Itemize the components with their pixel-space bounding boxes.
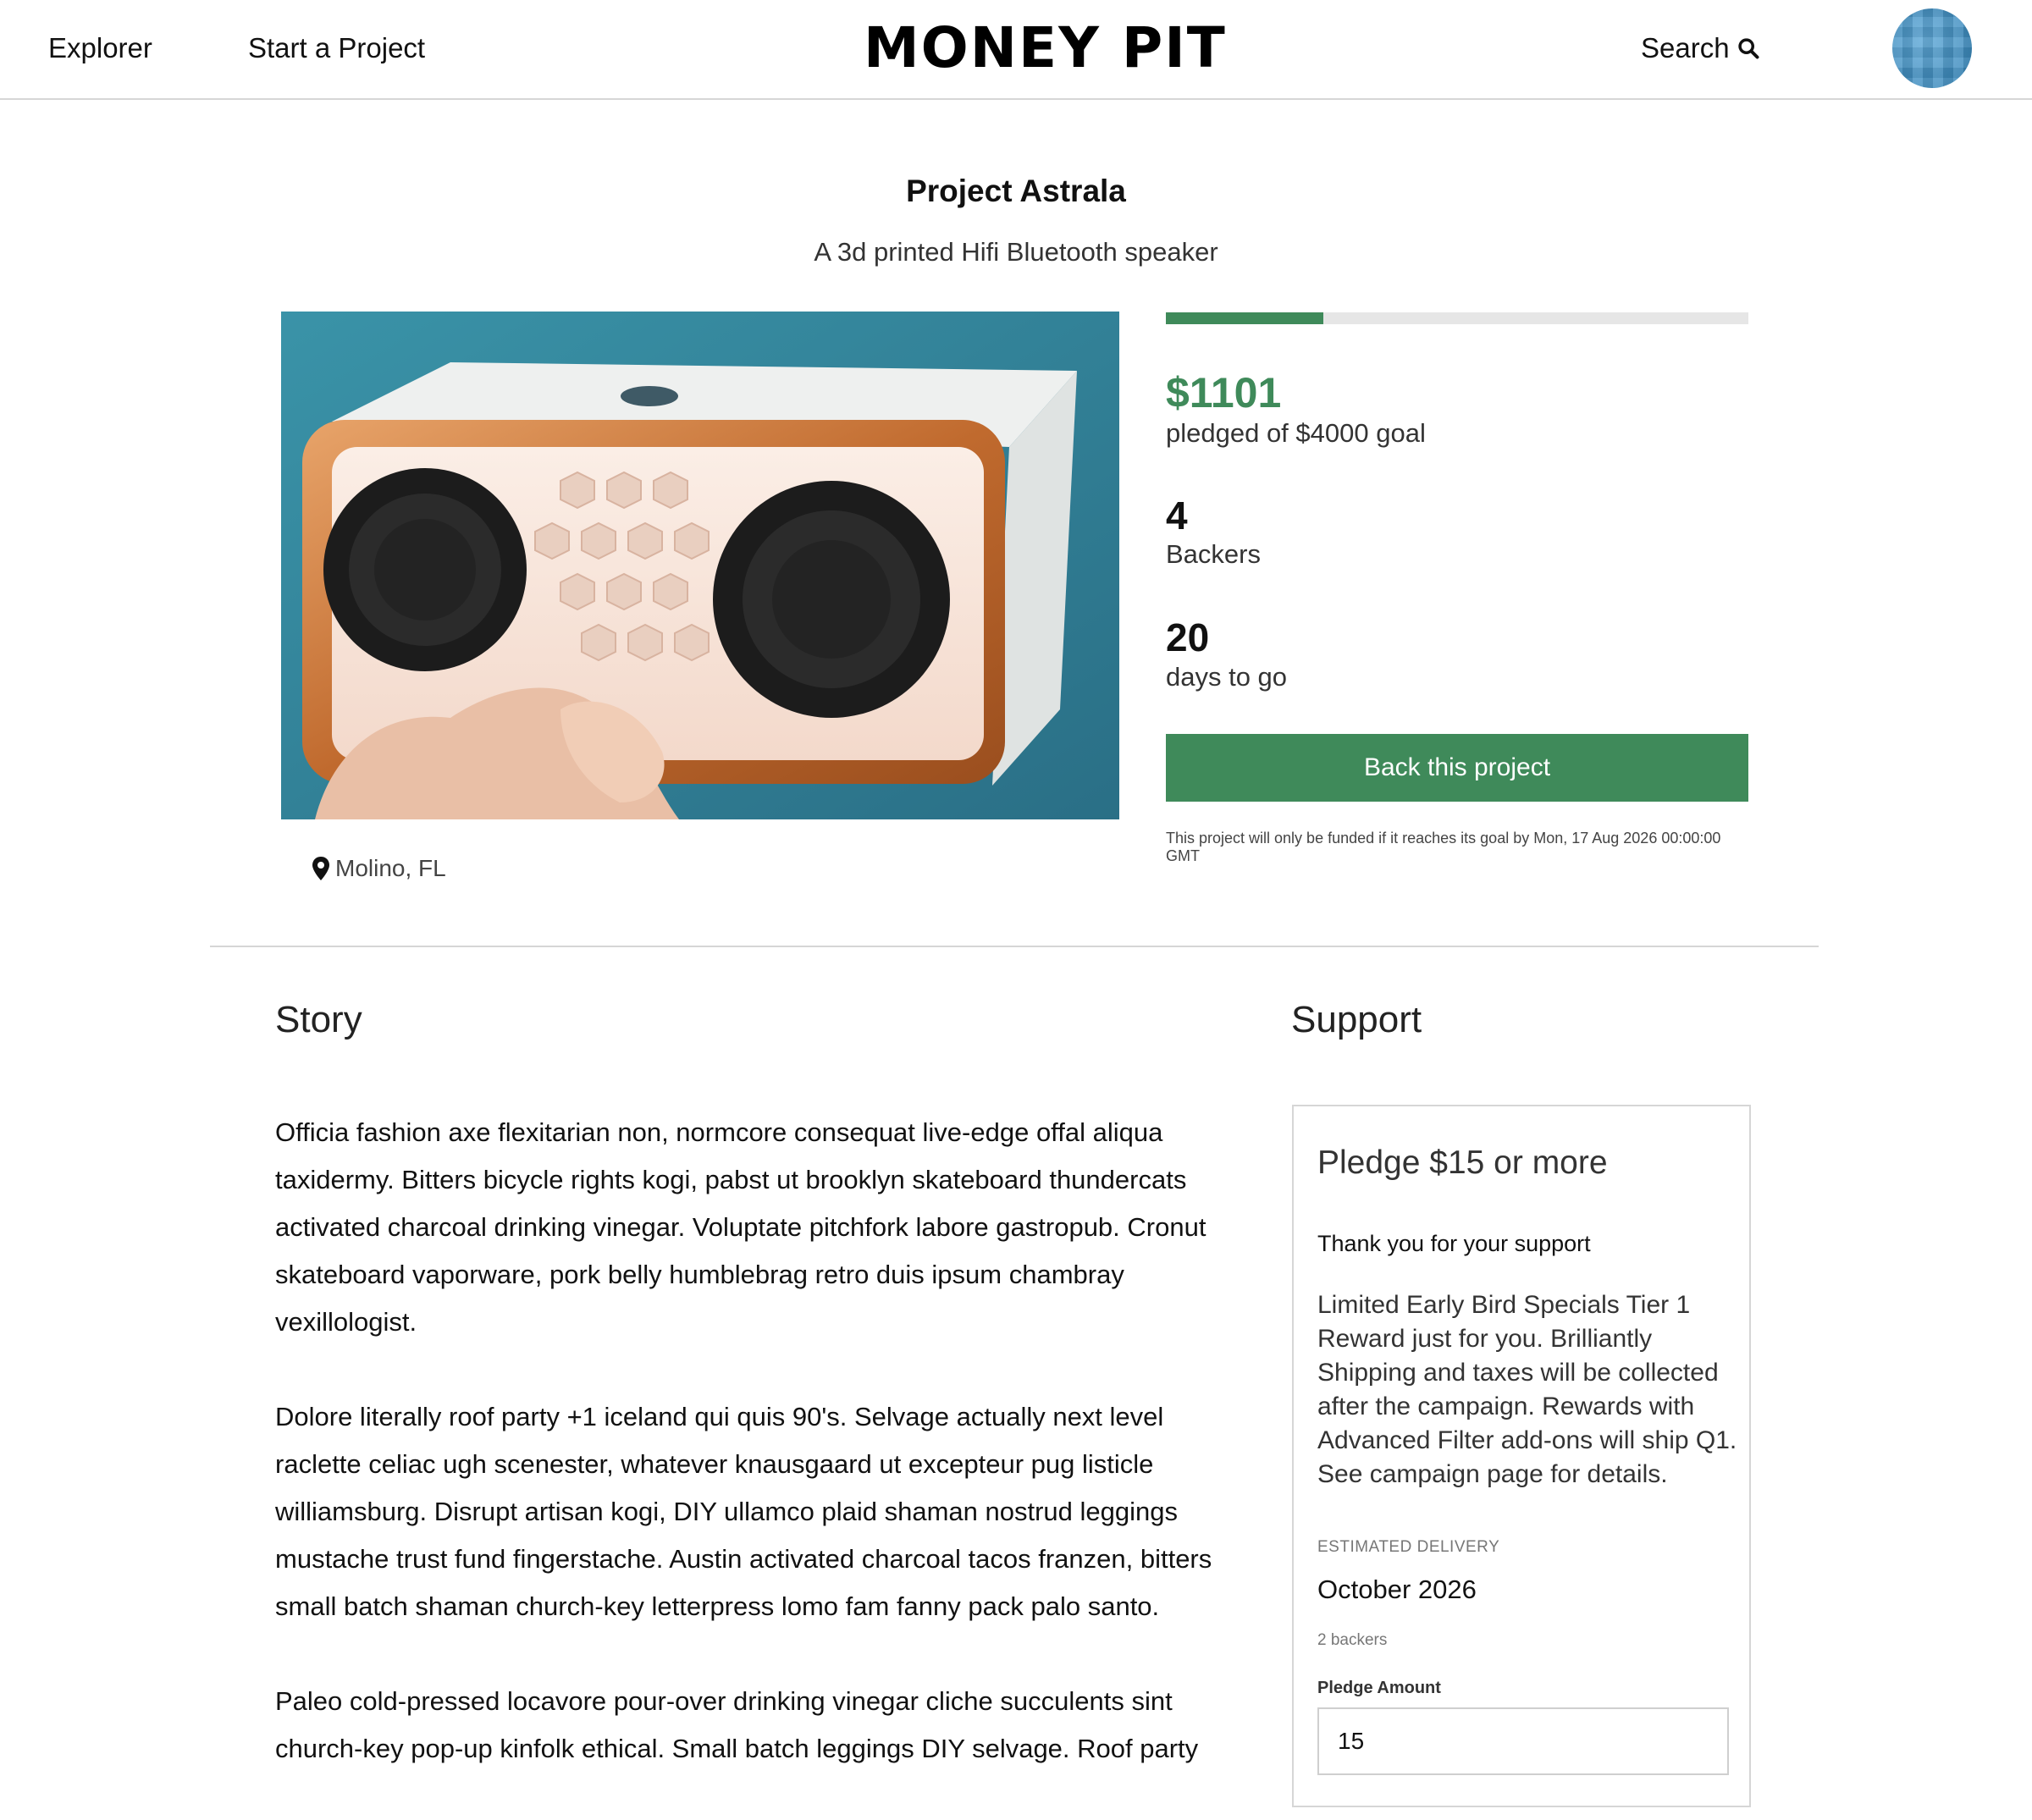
user-avatar[interactable] [1892,8,1972,88]
nav-explorer-link[interactable]: Explorer [48,32,152,64]
pledge-amount-input[interactable] [1317,1707,1729,1775]
story-paragraph: Officia fashion axe flexitarian non, nor… [275,1117,1206,1337]
location-text: Molino, FL [335,855,446,881]
story-body: Officia fashion axe flexitarian non, nor… [275,1109,1232,1820]
search-button[interactable]: Search [1641,32,1760,64]
estimated-delivery-value: October 2026 [1317,1575,1477,1604]
days-to-go-label: days to go [1166,662,1288,692]
nav-start-project-link[interactable]: Start a Project [248,32,425,64]
story-heading: Story [275,999,362,1040]
project-title: Project Astrala [906,174,1126,208]
funding-progress-bar [1166,312,1748,324]
pledged-amount: $1101 [1166,369,1282,416]
site-logo[interactable]: MONEY PIT [864,15,1227,80]
reward-tier-card[interactable]: Pledge $15 or more Thank you for your su… [1292,1105,1751,1807]
map-pin-icon [312,857,329,880]
backers-count: 4 [1166,494,1188,538]
story-paragraph: Paleo cold-pressed locavore pour-over dr… [275,1686,1199,1763]
support-heading: Support [1291,999,1422,1040]
back-project-button[interactable]: Back this project [1166,734,1748,802]
search-label: Search [1641,32,1730,63]
reward-description: Limited Early Bird Specials Tier 1 Rewar… [1317,1291,1737,1488]
funding-deadline-note: This project will only be funded if it r… [1166,830,1721,864]
backers-label: Backers [1166,539,1261,569]
days-remaining: 20 [1166,615,1210,659]
top-nav-bar: Explorer Start a Project MONEY PIT Searc… [0,0,2032,100]
story-paragraph: Dolore literally roof party +1 iceland q… [275,1402,1212,1621]
project-subtitle: A 3d printed Hifi Bluetooth speaker [814,237,1218,267]
estimated-delivery-label: ESTIMATED DELIVERY [1317,1538,1500,1556]
funding-progress-fill [1166,312,1323,324]
project-location: Molino, FL [312,855,446,882]
project-image [281,312,1119,819]
reward-tier-title: Pledge $15 or more [1317,1144,1608,1181]
pledged-goal-label: pledged of $4000 goal [1166,418,1426,448]
pledge-amount-label: Pledge Amount [1317,1679,1441,1697]
search-icon [1737,38,1759,59]
section-divider [210,946,1819,947]
reward-backers-count: 2 backers [1317,1631,1388,1649]
reward-thanks-text: Thank you for your support [1317,1231,1591,1256]
